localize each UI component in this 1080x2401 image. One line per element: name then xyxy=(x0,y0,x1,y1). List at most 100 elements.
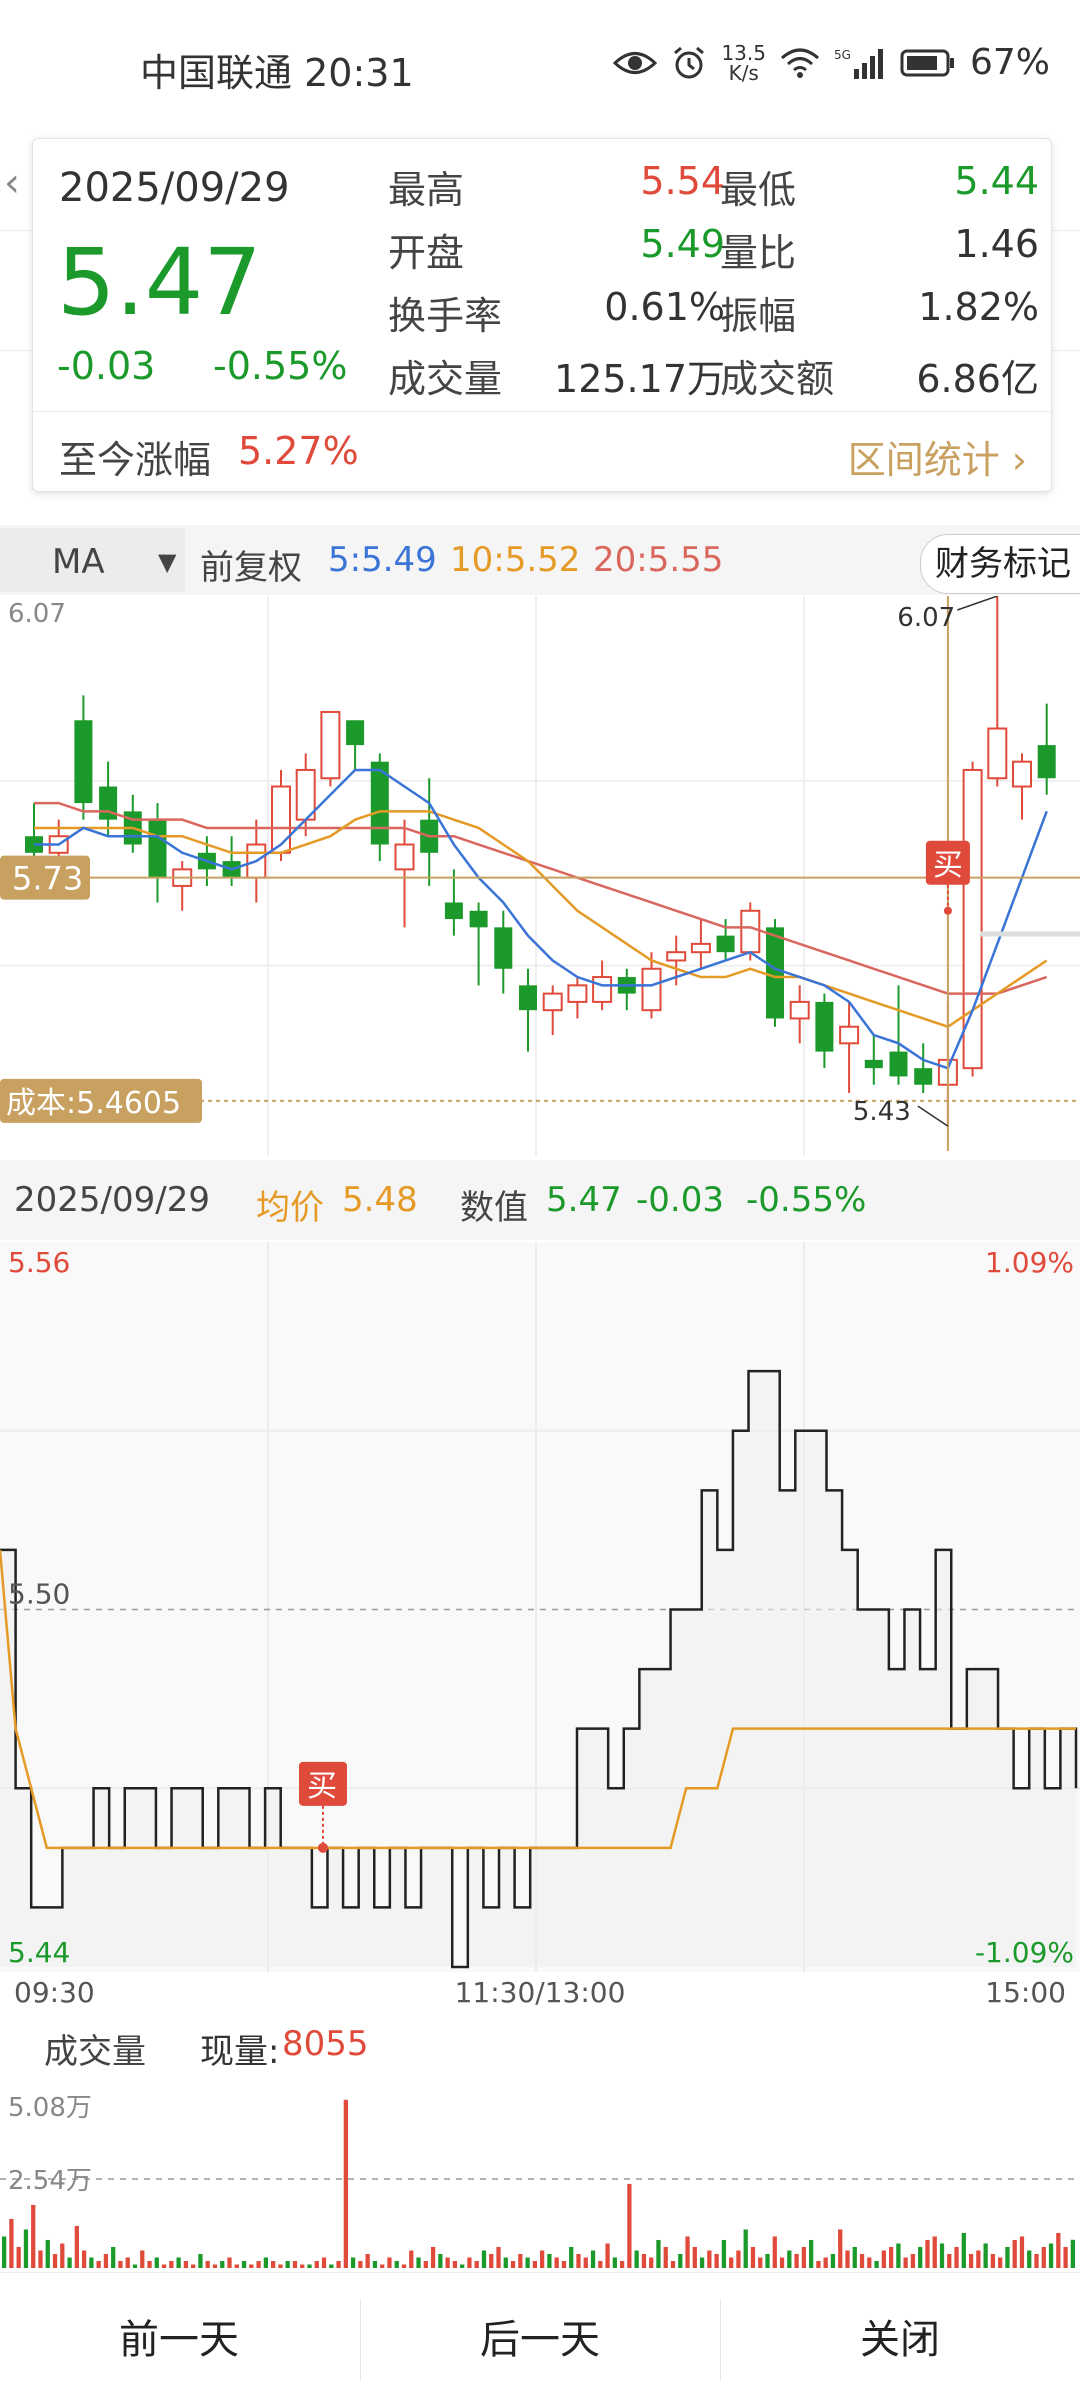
volume-bar xyxy=(1048,2243,1054,2268)
quote-popup: 2025/09/29 5.47 -0.03 -0.55% 最高 5.54 最低 … xyxy=(32,138,1052,492)
volume-bar xyxy=(765,2253,770,2268)
popup-amount-label: 成交额 xyxy=(720,357,835,401)
volume-bar xyxy=(409,2250,414,2268)
volume-bar xyxy=(598,2260,603,2268)
volume-bar xyxy=(779,2257,785,2268)
volume-bar xyxy=(249,2264,254,2268)
popup-volume-label: 成交量 xyxy=(388,357,503,401)
volume-bar xyxy=(489,2253,494,2268)
volume-bar xyxy=(227,2257,232,2268)
ma-selector-label[interactable]: MA xyxy=(52,542,105,582)
volume-bar xyxy=(31,2204,36,2268)
popup-turnover-value: 0.61% xyxy=(604,285,725,329)
volume-bar xyxy=(52,2253,58,2268)
cost-text: 成本:5.4605 xyxy=(6,1086,181,1121)
candle-body xyxy=(592,976,613,1003)
volume-bar xyxy=(452,2260,458,2268)
candle-body xyxy=(494,927,513,969)
volume-bar xyxy=(612,2257,617,2268)
volume-bar xyxy=(16,2246,21,2268)
y-mid-label: 5.50 xyxy=(8,1578,70,1611)
volume-bar xyxy=(343,2099,348,2268)
volume-label: 成交量 xyxy=(44,2032,146,2072)
popup-turnover-label: 换手率 xyxy=(388,294,503,338)
cursor-price-text: 5.73 xyxy=(12,860,83,898)
volume-bar xyxy=(220,2260,225,2268)
interval-stats-link[interactable]: 区间统计 › xyxy=(848,429,1027,484)
volume-bar xyxy=(554,2257,559,2268)
volume-bar xyxy=(132,2264,138,2268)
volume-bar xyxy=(467,2257,472,2268)
prev-day-button[interactable]: 前一天 xyxy=(0,2300,358,2380)
volume-bar xyxy=(649,2257,654,2268)
signal-5g-label: 5G xyxy=(834,48,851,62)
volume-bar xyxy=(518,2253,523,2268)
volume-bar xyxy=(271,2260,276,2268)
volume-bar xyxy=(968,2253,974,2268)
next-day-button[interactable]: 后一天 xyxy=(361,2300,719,2380)
eye-icon xyxy=(613,48,658,78)
volume-now-value: 8055 xyxy=(282,2024,369,2064)
candle-body xyxy=(74,720,93,804)
buy-tag-text: 买 xyxy=(933,848,963,883)
volume-bar xyxy=(140,2250,145,2268)
volume-bar xyxy=(198,2253,203,2268)
back-icon[interactable]: ‹ xyxy=(4,160,20,206)
low-mark: 5.43 xyxy=(853,1097,911,1127)
volume-bar xyxy=(801,2246,806,2268)
volume-bar xyxy=(896,2243,901,2268)
volume-bar xyxy=(438,2253,443,2268)
volume-bar xyxy=(111,2246,116,2268)
volume-bar xyxy=(961,2232,966,2268)
popup-open-label: 开盘 xyxy=(388,231,465,275)
volume-bar xyxy=(445,2257,450,2268)
candle-body xyxy=(789,1000,810,1020)
popup-change-pct: -0.55% xyxy=(213,344,348,388)
volume-bar xyxy=(118,2260,123,2268)
volume-bar xyxy=(663,2246,668,2268)
volume-bar xyxy=(729,2257,734,2268)
close-button[interactable]: 关闭 xyxy=(721,2300,1079,2380)
popup-low-value: 5.44 xyxy=(954,159,1039,203)
buy-tag-dot xyxy=(943,906,952,915)
volume-bar xyxy=(60,2243,65,2268)
volume-bar xyxy=(67,2257,72,2268)
ma5-value: 5:5.49 xyxy=(328,540,437,580)
volume-bar xyxy=(721,2239,727,2268)
popup-change: -0.03 xyxy=(57,344,156,388)
finance-mark-button[interactable]: 财务标记 xyxy=(920,534,1080,594)
volume-bar xyxy=(787,2250,792,2268)
y-top-label: 5.56 xyxy=(8,1246,70,1279)
volume-bar xyxy=(314,2260,319,2268)
kline-chart[interactable]: 6.07 5.73 成本:5.4605 6.07 5.43 买 xyxy=(0,596,1080,1156)
volume-bar xyxy=(983,2243,988,2268)
adjust-label[interactable]: 前复权 xyxy=(200,540,302,589)
volume-bar xyxy=(510,2260,516,2268)
dropdown-arrow-icon[interactable]: ▼ xyxy=(158,548,176,576)
time-start-label: 09:30 xyxy=(14,1976,95,2009)
volume-bar xyxy=(641,2253,647,2268)
volume-bar xyxy=(416,2257,421,2268)
candle-body xyxy=(914,1068,933,1085)
candle-body xyxy=(394,843,415,871)
volume-bar xyxy=(96,2260,101,2268)
time-end-label: 15:00 xyxy=(985,1976,1066,2009)
volume-bar xyxy=(830,2253,836,2268)
volume-bar xyxy=(241,2260,247,2268)
intraday-chart[interactable]: 买 5.56 5.50 5.44 1.09% -1.09% 09:30 11:30/13:0… xyxy=(0,1242,1080,2012)
volume-bar xyxy=(1027,2250,1032,2268)
kline-top-label: 6.07 xyxy=(8,599,66,629)
volume-bar xyxy=(496,2246,501,2268)
volume-labels: 5.08万 2.54万 xyxy=(8,2093,92,2196)
popup-date: 2025/09/29 xyxy=(59,165,290,211)
candle-body xyxy=(567,984,588,1003)
volume-bar xyxy=(307,2264,312,2268)
popup-high-label: 最高 xyxy=(388,168,465,212)
volume-bar xyxy=(147,2260,152,2268)
volume-bar xyxy=(590,2250,596,2268)
volume-chart[interactable]: 5.08万 2.54万 xyxy=(0,2070,1080,2270)
volume-bar xyxy=(823,2257,828,2268)
volume-bar xyxy=(1019,2236,1025,2268)
volume-bar xyxy=(699,2257,705,2268)
candle-body xyxy=(839,1025,860,1045)
